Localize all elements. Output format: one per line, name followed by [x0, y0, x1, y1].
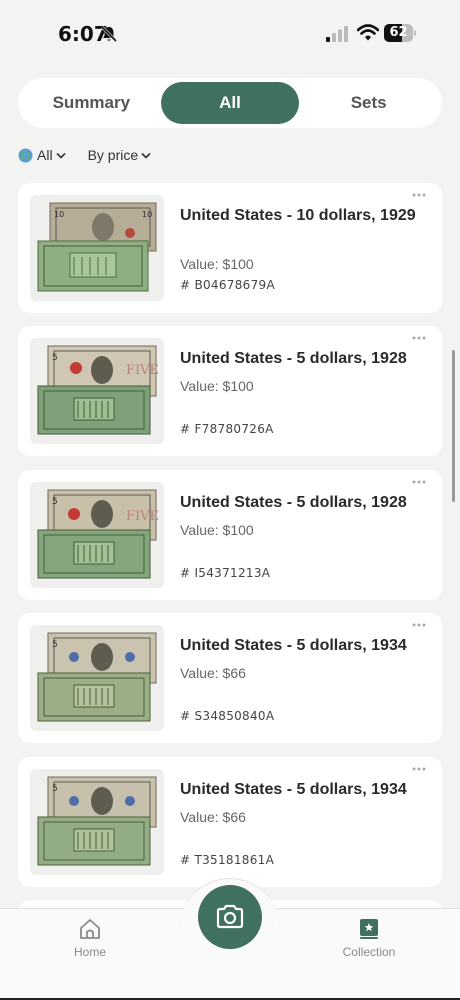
svg-text:10: 10 [142, 210, 152, 219]
list-item[interactable]: 10 10 United States - 10 dollars, 1929 V… [18, 183, 442, 313]
item-serial: # B04678679A [180, 278, 275, 292]
banknote-image: 10 10 [30, 195, 164, 301]
home-icon [80, 919, 100, 939]
battery-icon: 62 [384, 24, 416, 42]
scroll-indicator [452, 350, 455, 502]
list-item[interactable]: FIVE 5 United States - 5 dollars, 1928 V… [18, 326, 442, 456]
svg-text:10: 10 [54, 210, 64, 219]
item-title: United States - 5 dollars, 1934 [180, 781, 407, 798]
collection-icon [360, 919, 378, 939]
svg-text:5: 5 [52, 640, 58, 650]
status-bar: 6:07 62 [0, 0, 460, 64]
sort-filter[interactable]: By price [88, 147, 152, 163]
item-title: United States - 5 dollars, 1934 [180, 637, 407, 654]
list-item[interactable]: 5 United States - 5 dollars, 1934 Value:… [18, 613, 442, 743]
more-options-icon[interactable] [412, 336, 426, 340]
more-options-icon[interactable] [412, 193, 426, 197]
banknote-image: FIVE 5 [30, 338, 164, 444]
tab-sets[interactable]: Sets [299, 82, 438, 124]
svg-text:FIVE: FIVE [126, 509, 159, 524]
region-filter-label: All [37, 147, 53, 163]
tab-summary[interactable]: Summary [22, 82, 161, 124]
svg-text:5: 5 [52, 784, 58, 794]
battery-level: 62 [389, 25, 408, 40]
item-serial: # T35181861A [180, 853, 275, 867]
item-value: Value: $100 [180, 522, 254, 538]
item-serial: # S34850840A [180, 709, 275, 723]
region-filter[interactable]: All [18, 147, 66, 163]
svg-text:FIVE: FIVE [126, 363, 159, 378]
chevron-down-icon [55, 152, 66, 159]
svg-text:5: 5 [52, 497, 58, 507]
item-title: United States - 10 dollars, 1929 [180, 207, 416, 224]
chevron-down-icon [141, 152, 151, 159]
more-options-icon[interactable] [412, 767, 426, 771]
view-segmented-control: Summary All Sets [18, 78, 442, 128]
sort-filter-label: By price [87, 147, 139, 163]
item-title: United States - 5 dollars, 1928 [180, 494, 407, 511]
tab-home[interactable]: Home [50, 917, 130, 965]
bell-off-icon [100, 25, 118, 43]
item-serial: # I54371213A [180, 566, 271, 580]
item-value: Value: $100 [180, 378, 254, 394]
tab-home-label: Home [73, 945, 106, 959]
banknote-image: 5 [30, 625, 164, 731]
banknote-image: FIVE 5 [30, 482, 164, 588]
list-item[interactable]: 5 United States - 5 dollars, 1934 Value:… [18, 757, 442, 887]
svg-text:5: 5 [52, 353, 58, 363]
wifi-icon [357, 24, 379, 41]
item-serial: # F78780726A [180, 422, 274, 436]
filters-bar: All By price [18, 144, 173, 166]
more-options-icon[interactable] [412, 480, 426, 484]
item-value: Value: $100 [180, 256, 254, 272]
camera-icon [216, 904, 244, 929]
tab-collection[interactable]: Collection [329, 917, 409, 965]
tab-collection-label: Collection [342, 945, 396, 959]
item-value: Value: $66 [180, 809, 246, 825]
banknote-image: 5 [30, 769, 164, 875]
more-options-icon[interactable] [412, 623, 426, 627]
globe-icon [18, 147, 33, 163]
camera-button[interactable] [198, 885, 262, 949]
list-item[interactable]: FIVE 5 United States - 5 dollars, 1928 V… [18, 470, 442, 600]
tab-all[interactable]: All [160, 82, 300, 124]
signal-icon [326, 26, 348, 42]
item-title: United States - 5 dollars, 1928 [180, 350, 407, 367]
item-value: Value: $66 [180, 665, 246, 681]
